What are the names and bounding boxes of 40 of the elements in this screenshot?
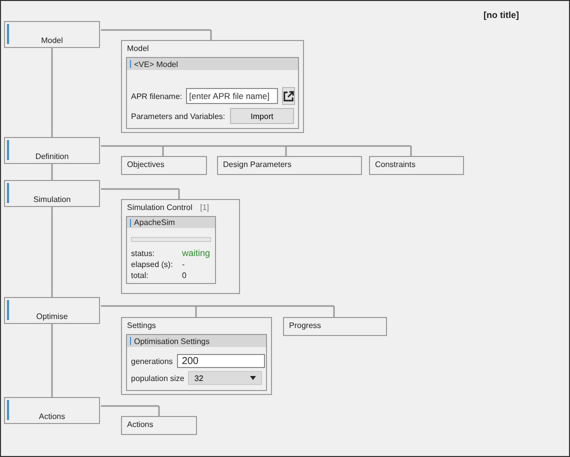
stage-node[interactable]: Model <box>4 21 100 48</box>
status-label: status: <box>131 248 156 258</box>
open-file-button[interactable] <box>282 87 296 105</box>
panel-title: Objectives <box>127 160 164 169</box>
stage-node[interactable]: Definition <box>4 137 100 164</box>
status-value: waiting <box>182 248 211 258</box>
panel-title: Settings <box>127 321 156 330</box>
total-value: 0 <box>182 271 188 280</box>
count-label: [1] <box>200 203 209 212</box>
panel-title: Progress <box>289 321 322 330</box>
elapsed-label: elapsed (s): <box>131 260 174 269</box>
stage-label: Optimise <box>36 312 68 321</box>
elapsed-value: - <box>182 260 186 269</box>
import-button[interactable]: Import <box>230 108 294 124</box>
stage-node[interactable]: Actions <box>4 397 100 424</box>
panel-title: Model <box>127 44 149 53</box>
external-link-icon <box>283 90 294 102</box>
generations-field[interactable]: 200 <box>176 354 265 368</box>
group-title: Optimisation Settings <box>134 336 210 346</box>
field-label: APR filename: <box>131 92 182 100</box>
dropdown-arrow-icon <box>250 376 256 380</box>
group-title: ApacheSim <box>134 218 175 227</box>
stage-label: Model <box>41 36 63 45</box>
stage-label: Simulation <box>33 195 71 204</box>
window-title: [no title] <box>484 10 519 20</box>
panel-title: Constraints <box>375 160 416 169</box>
stage-label: Actions <box>38 412 66 421</box>
stage-label: Definition <box>35 152 69 161</box>
field-label: population size <box>131 374 184 382</box>
panel-title: Simulation Control <box>127 203 192 212</box>
panel-title: Actions <box>127 420 154 429</box>
panel-title: Design Parameters <box>223 160 292 169</box>
stage-node[interactable]: Simulation <box>4 180 100 207</box>
field-label: generations <box>131 356 173 366</box>
field-label: Parameters and Variables: <box>131 112 226 120</box>
group-title: <VE> Model <box>134 60 178 68</box>
stage-node[interactable]: Optimise <box>4 297 100 324</box>
total-label: total: <box>131 271 150 280</box>
population-dropdown[interactable]: 32 <box>188 371 262 385</box>
filename-field[interactable]: [enter APR file name] <box>186 88 278 104</box>
